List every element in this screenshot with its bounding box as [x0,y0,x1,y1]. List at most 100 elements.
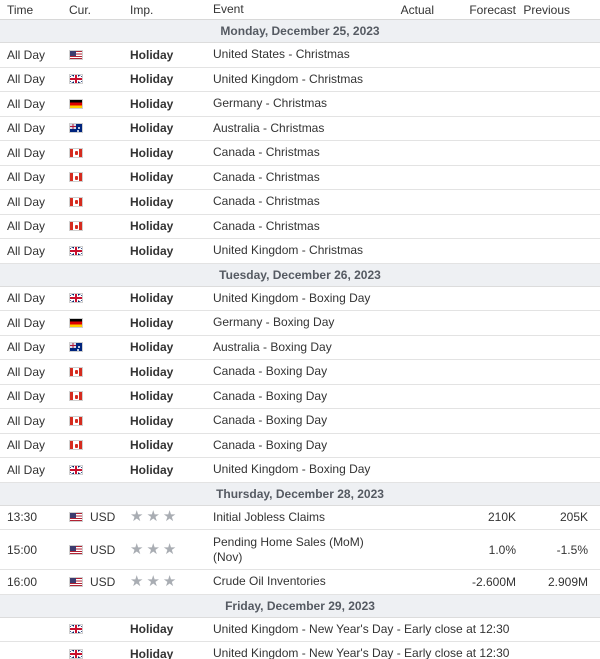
flag-us-icon [69,576,83,587]
event-currency [64,464,126,475]
event-currency [64,317,126,328]
event-currency: USD [64,575,126,589]
event-row[interactable]: 13:30 USD ★ ★ ★ Initial Jobless Claims 210K 205… [0,506,600,530]
event-time: All Day [7,219,46,234]
event-name[interactable]: Initial Jobless Claims [208,510,382,525]
event-row[interactable]: 16:00 USD ★ ★ ★ Crude Oil Inventories -2.600M 2… [0,570,600,595]
event-importance: Holiday [126,463,208,477]
flag-de-icon [69,317,83,328]
event-name[interactable]: Canada - Christmas [208,219,382,234]
event-name[interactable]: Pending Home Sales (MoM) (Nov) [208,535,382,565]
event-currency [64,342,126,353]
event-forecast: 210K [487,510,516,525]
event-importance: ★ ★ ★ [126,542,208,557]
event-row[interactable]: All Day Holiday United Kingdom - Boxing Da… [0,458,600,483]
event-row[interactable]: Holiday United Kingdom - New Year's Day -… [0,618,600,642]
event-name[interactable]: United Kingdom - Christmas [208,243,382,258]
event-time: 15:00 [7,542,38,557]
event-name[interactable]: Australia - Christmas [208,121,382,136]
flag-us-icon [69,544,83,555]
event-name[interactable]: Canada - Christmas [208,194,382,209]
event-row[interactable]: All Day Holiday Canada - Christmas [0,215,600,239]
event-currency [64,366,126,377]
event-name[interactable]: United Kingdom - Christmas [208,72,382,87]
event-row[interactable]: All Day Holiday Germany - Christmas [0,92,600,117]
date-header: Monday, December 25, 2023 [0,20,600,43]
date-header: Thursday, December 28, 2023 [0,482,600,506]
importance-label: Holiday [130,291,174,306]
event-name[interactable]: Canada - Christmas [208,170,382,185]
importance-label: Holiday [130,315,174,330]
event-time: All Day [7,194,46,209]
event-row[interactable]: All Day Holiday Australia - Boxing Day [0,336,600,360]
importance-label: Holiday [130,72,174,87]
flag-ca-icon [69,196,83,207]
importance-label: Holiday [130,145,174,160]
event-currency: USD [64,543,126,557]
event-name[interactable]: Crude Oil Inventories [208,574,382,589]
event-row[interactable]: All Day Holiday Canada - Christmas [0,166,600,190]
star-icon: ★ [130,508,144,526]
event-row[interactable]: All Day Holiday United Kingdom - Christmas [0,68,600,92]
event-importance: Holiday [126,72,208,86]
event-name[interactable]: Canada - Boxing Day [208,438,382,453]
event-name[interactable]: Canada - Boxing Day [208,364,382,379]
event-importance: Holiday [126,438,208,452]
event-row[interactable]: 15:00 USD ★ ★ ★ Pending Home Sales (MoM) (Nov… [0,530,600,570]
event-row[interactable]: All Day Holiday Canada - Boxing Day [0,360,600,385]
importance-label: Holiday [130,438,174,453]
header-time[interactable]: Time [0,3,64,17]
importance-label: Holiday [130,96,174,111]
flag-gb-icon [69,464,83,475]
event-name[interactable]: United States - Christmas [208,47,382,62]
event-time: All Day [7,72,46,87]
flag-ca-icon [69,440,83,451]
event-name[interactable]: United Kingdom - New Year's Day - Early … [208,646,509,659]
importance-label: Holiday [130,121,174,136]
header-actual[interactable]: Actual [382,3,436,17]
event-name[interactable]: United Kingdom - Boxing Day [208,291,382,306]
event-name[interactable]: Canada - Boxing Day [208,389,382,404]
event-importance: Holiday [126,622,208,636]
event-row[interactable]: All Day Holiday United States - Christmas [0,43,600,68]
event-name[interactable]: Germany - Christmas [208,96,382,111]
event-name[interactable]: United Kingdom - Boxing Day [208,462,382,477]
header-event[interactable]: Event [208,2,382,17]
importance-label: Holiday [130,364,174,379]
event-currency [64,147,126,158]
event-row[interactable]: All Day Holiday Canada - Boxing Day [0,434,600,458]
star-icon: ★ [130,572,144,590]
event-row[interactable]: All Day Holiday Canada - Boxing Day [0,385,600,409]
event-time: All Day [7,462,46,477]
event-row[interactable]: All Day Holiday Canada - Boxing Day [0,409,600,434]
importance-stars: ★ ★ ★ [130,572,176,590]
event-row[interactable]: All Day Holiday United Kingdom - Boxing Da… [0,287,600,311]
event-row[interactable]: Holiday United Kingdom - New Year's Day -… [0,642,600,659]
date-header: Friday, December 29, 2023 [0,594,600,618]
event-currency [64,196,126,207]
date-header: Tuesday, December 26, 2023 [0,263,600,287]
currency-code: USD [90,510,116,525]
event-name[interactable]: United Kingdom - New Year's Day - Early … [208,622,509,637]
event-name[interactable]: Germany - Boxing Day [208,315,382,330]
event-row[interactable]: All Day Holiday United Kingdom - Christmas [0,239,600,264]
event-time: All Day [7,364,46,379]
event-name[interactable]: Australia - Boxing Day [208,340,382,355]
event-currency [64,624,126,635]
header-forecast[interactable]: Forecast [436,3,518,17]
header-importance[interactable]: Imp. [126,3,208,17]
event-time: All Day [7,315,46,330]
event-row[interactable]: All Day Holiday Canada - Christmas [0,141,600,166]
event-row[interactable]: All Day Holiday Germany - Boxing Day [0,311,600,336]
event-row[interactable]: All Day Holiday Australia - Christmas [0,117,600,141]
flag-us-icon [69,49,83,60]
star-icon: ★ [162,508,177,526]
header-currency[interactable]: Cur. [64,3,126,17]
event-name[interactable]: Canada - Christmas [208,145,382,160]
event-currency [64,49,126,60]
event-row[interactable]: All Day Holiday Canada - Christmas [0,190,600,215]
event-name[interactable]: Canada - Boxing Day [208,413,382,428]
header-previous[interactable]: Previous [518,3,600,17]
calendar-body: Monday, December 25, 2023 All Day Holiday U… [0,20,600,659]
event-time: All Day [7,47,46,62]
